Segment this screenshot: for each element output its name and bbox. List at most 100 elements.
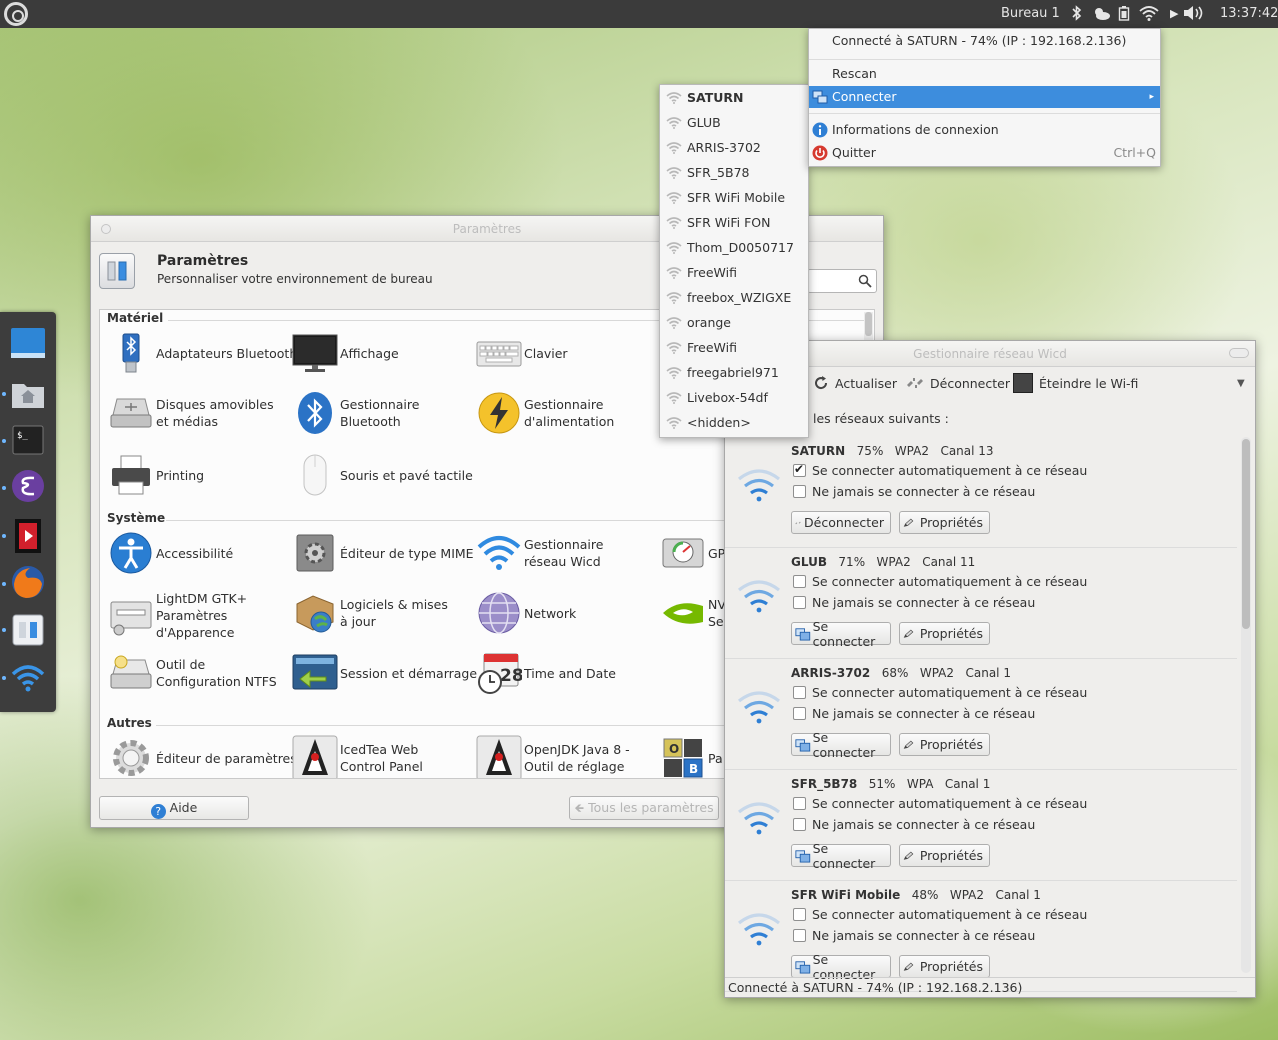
emacs-icon[interactable] (8, 466, 48, 506)
ssid-menu-item[interactable]: Thom_D0050717 (660, 235, 808, 260)
ssid-menu-item[interactable]: FreeWifi (660, 335, 808, 360)
ssid-menu-item[interactable]: SFR_5B78 (660, 160, 808, 185)
search-input[interactable] (807, 269, 877, 293)
never-connect-checkbox[interactable]: Ne jamais se connecter à ce réseau (793, 595, 1035, 610)
ssid-menu-item[interactable]: freegabriel971 (660, 360, 808, 385)
item-bluetooth-adapters[interactable]: Adaptateurs Bluetooth (108, 330, 297, 376)
ssid-menu-item[interactable]: orange (660, 310, 808, 335)
ssid-menu-item[interactable]: Livebox-54df (660, 385, 808, 410)
item-par-partial[interactable]: OB Pa (660, 735, 723, 778)
wicd-dock-icon[interactable] (8, 658, 48, 698)
help-button[interactable]: ? Aide (99, 796, 249, 820)
item-power-manager[interactable]: Gestionnaire d'alimentation (476, 390, 624, 436)
ssid-menu-item[interactable]: ARRIS-3702 (660, 135, 808, 160)
battery-icon[interactable] (1118, 5, 1130, 25)
scrollbar[interactable] (1241, 437, 1251, 973)
properties-button[interactable]: Propriétés (899, 733, 990, 756)
menu-logo-icon[interactable] (4, 2, 28, 26)
item-accessibility[interactable]: Accessibilité (108, 530, 233, 576)
play-arrow-icon[interactable]: ▶ (1170, 5, 1178, 23)
checkbox-icon[interactable] (793, 596, 806, 609)
weather-icon[interactable] (1091, 5, 1111, 25)
properties-button[interactable]: Propriétés (899, 844, 990, 867)
auto-connect-checkbox[interactable]: Se connecter automatiquement à ce réseau (793, 796, 1087, 811)
item-lightdm[interactable]: LightDM GTK+ Paramètres d'Apparence (108, 590, 256, 641)
wifi-icon[interactable] (1139, 5, 1159, 25)
item-keyboard[interactable]: Clavier (476, 330, 568, 376)
connect-button[interactable]: Se connecter (791, 730, 891, 760)
item-bluetooth-manager[interactable]: Gestionnaire Bluetooth (292, 390, 430, 436)
volume-icon[interactable] (1183, 5, 1205, 25)
refresh-button[interactable]: Actualiser (813, 372, 897, 394)
checkbox-icon[interactable] (793, 462, 806, 477)
ssid-menu-item[interactable]: GLUB (660, 110, 808, 135)
never-connect-checkbox[interactable]: Ne jamais se connecter à ce réseau (793, 706, 1035, 721)
ssid-menu-item[interactable]: <hidden> (660, 410, 808, 435)
checkbox-icon[interactable] (793, 929, 806, 942)
close-icon[interactable] (101, 224, 111, 234)
item-printing[interactable]: Printing (108, 452, 204, 498)
item-software-updates[interactable]: Logiciels & mises à jour (292, 590, 452, 636)
scrollbar-thumb[interactable] (1242, 439, 1250, 629)
window-control-icon[interactable] (1229, 348, 1249, 358)
menu-item-connection-info[interactable]: Informations de connexion (809, 119, 1160, 141)
ssid-menu-item[interactable]: freebox_WZIGXE (660, 285, 808, 310)
toolbar-overflow-button[interactable]: ▼ (1237, 372, 1245, 394)
home-folder-icon[interactable] (8, 374, 48, 414)
item-ntfs-config[interactable]: Outil de Configuration NTFS (108, 650, 286, 696)
item-openjdk[interactable]: OpenJDK Java 8 - Outil de réglage (476, 735, 650, 778)
never-connect-checkbox[interactable]: Ne jamais se connecter à ce réseau (793, 484, 1035, 499)
properties-button[interactable]: Propriétés (899, 622, 990, 645)
checkbox-icon[interactable] (793, 575, 806, 588)
properties-button[interactable]: Propriétés (899, 511, 990, 534)
auto-connect-checkbox[interactable]: Se connecter automatiquement à ce réseau (793, 685, 1087, 700)
ssid-menu-item[interactable]: SATURN (660, 85, 808, 110)
disconnect-button[interactable]: Déconnecter (791, 511, 891, 534)
item-nvidia-partial[interactable]: NV Set (660, 590, 729, 636)
connect-button[interactable]: Se connecter (791, 952, 891, 982)
item-gp-partial[interactable]: GP (660, 530, 725, 576)
properties-button[interactable]: Propriétés (899, 955, 990, 978)
checkbox-icon[interactable] (793, 818, 806, 831)
auto-connect-checkbox[interactable]: Se connecter automatiquement à ce réseau (793, 574, 1087, 589)
menu-item-status[interactable]: Connecté à SATURN - 74% (IP : 192.168.2.… (809, 30, 1160, 52)
ssid-menu-item[interactable]: SFR WiFi FON (660, 210, 808, 235)
workspace-label[interactable]: Bureau 1 (1001, 6, 1060, 21)
clock[interactable]: 13:37:42 (1220, 6, 1278, 21)
checkbox-icon[interactable] (793, 485, 806, 498)
item-removable-media[interactable]: Disques amovibles et médias (108, 390, 280, 436)
item-wicd-manager[interactable]: Gestionnaire réseau Wicd (476, 530, 644, 576)
menu-item-quit[interactable]: Quitter Ctrl+Q (809, 142, 1160, 164)
ssid-menu-item[interactable]: SFR WiFi Mobile (660, 185, 808, 210)
auto-connect-checkbox[interactable]: Se connecter automatiquement à ce réseau (793, 907, 1087, 922)
connect-button[interactable]: Se connecter (791, 619, 891, 649)
item-settings-editor[interactable]: Éditeur de paramètres (108, 735, 297, 778)
checkbox-icon[interactable] (793, 797, 806, 810)
item-session-startup[interactable]: Session et démarrage (292, 650, 477, 696)
never-connect-checkbox[interactable]: Ne jamais se connecter à ce réseau (793, 817, 1035, 832)
auto-connect-checkbox[interactable]: Se connecter automatiquement à ce réseau (793, 462, 1087, 478)
item-mouse[interactable]: Souris et pavé tactile (292, 452, 473, 498)
terminal-icon[interactable]: $_ (8, 420, 48, 460)
item-network[interactable]: Network (476, 590, 576, 636)
menu-item-rescan[interactable]: Rescan (809, 63, 1160, 85)
disconnect-toolbar-button[interactable]: Déconnecter (905, 372, 1010, 394)
checkbox-icon[interactable] (793, 707, 806, 720)
scrollbar-thumb[interactable] (865, 312, 872, 336)
desktop-icon[interactable] (8, 324, 48, 364)
checkbox-icon[interactable] (793, 908, 806, 921)
firefox-icon[interactable] (8, 562, 48, 602)
bluetooth-icon[interactable] (1071, 5, 1083, 25)
settings-manager-icon[interactable] (8, 610, 48, 650)
checkbox-icon[interactable] (793, 686, 806, 699)
wifi-off-button[interactable]: Éteindre le Wi-fi (1013, 372, 1138, 394)
connect-button[interactable]: Se connecter (791, 841, 891, 871)
all-settings-button[interactable]: 🡸 Tous les paramètres (569, 796, 719, 820)
ssid-menu-item[interactable]: FreeWifi (660, 260, 808, 285)
item-time-date[interactable]: 28 Time and Date (476, 650, 616, 696)
menu-item-connect[interactable]: Connecter ▸ (809, 86, 1160, 108)
item-display[interactable]: Affichage (292, 330, 399, 376)
item-mime-editor[interactable]: Éditeur de type MIME (292, 530, 474, 576)
video-player-icon[interactable] (8, 516, 48, 556)
item-icedtea[interactable]: IcedTea Web Control Panel (292, 735, 464, 778)
